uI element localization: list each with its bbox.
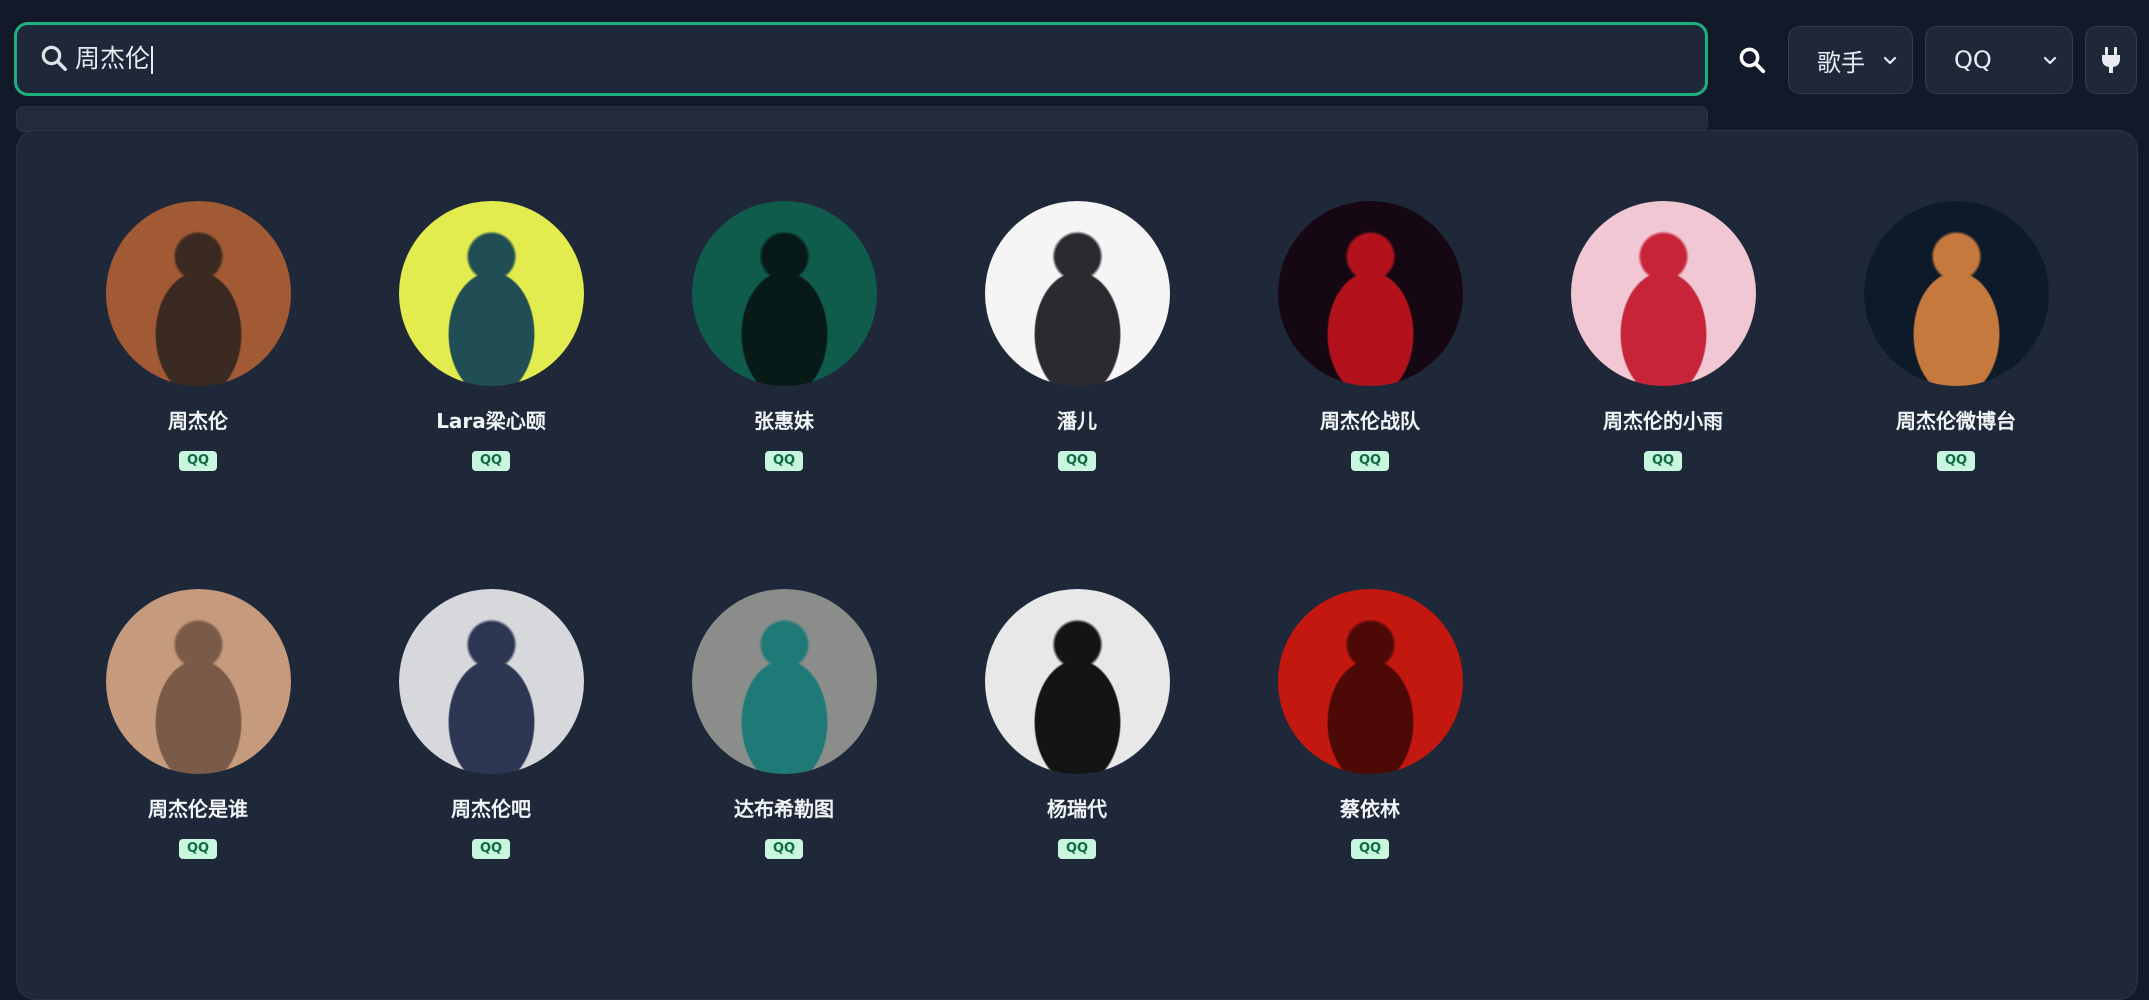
artist-avatar — [399, 201, 584, 386]
artist-avatar — [692, 589, 877, 774]
artist-avatar — [106, 589, 291, 774]
source-select[interactable]: QQ — [1925, 26, 2073, 94]
artist-name: 周杰伦 — [168, 409, 228, 433]
artist-card[interactable]: 杨瑞代 QQ — [954, 589, 1194, 879]
search-box[interactable]: 周杰伦 — [14, 22, 1708, 96]
artist-name: 周杰伦的小雨 — [1603, 409, 1723, 433]
chevron-down-icon — [2043, 56, 2057, 65]
source-badge: QQ — [472, 839, 510, 859]
source-badge: QQ — [1644, 451, 1682, 471]
artist-name: Lara梁心颐 — [436, 409, 546, 433]
type-select-value: 歌手 — [1817, 48, 1865, 77]
artist-avatar — [1278, 589, 1463, 774]
artist-card[interactable]: 周杰伦的小雨 QQ — [1540, 201, 1780, 491]
artist-avatar — [1864, 201, 2049, 386]
artist-card[interactable]: 张惠妹 QQ — [661, 201, 901, 491]
source-badge: QQ — [1351, 451, 1389, 471]
artist-card[interactable]: 蔡依林 QQ — [1247, 589, 1487, 879]
source-badge: QQ — [1937, 451, 1975, 471]
artist-name: 周杰伦战队 — [1320, 409, 1420, 433]
search-input[interactable]: 周杰伦 — [75, 25, 153, 93]
type-select[interactable]: 歌手 — [1788, 26, 1913, 94]
source-badge: QQ — [179, 451, 217, 471]
search-suggestion-bar — [16, 106, 1708, 132]
artist-card[interactable]: 达布希勒图 QQ — [661, 589, 901, 879]
artist-avatar — [1571, 201, 1756, 386]
artist-name: 杨瑞代 — [1047, 797, 1107, 821]
artist-card[interactable]: 周杰伦吧 QQ — [368, 589, 608, 879]
source-badge: QQ — [472, 451, 510, 471]
artist-avatar — [692, 201, 877, 386]
artist-avatar — [399, 589, 584, 774]
chevron-down-icon — [1883, 56, 1897, 65]
artist-card[interactable]: 周杰伦微博台 QQ — [1833, 201, 2073, 491]
source-badge: QQ — [765, 451, 803, 471]
source-select-value: QQ — [1954, 46, 1992, 74]
artist-name: 达布希勒图 — [734, 797, 834, 821]
artist-name: 张惠妹 — [754, 409, 814, 433]
artist-card[interactable]: 周杰伦战队 QQ — [1247, 201, 1487, 491]
artist-avatar — [985, 201, 1170, 386]
search-button[interactable] — [1730, 38, 1774, 82]
artist-name: 蔡依林 — [1340, 797, 1400, 821]
artist-card[interactable]: Lara梁心颐 QQ — [368, 201, 608, 491]
search-icon — [1739, 47, 1766, 74]
artist-card[interactable]: 周杰伦 QQ — [75, 201, 315, 491]
plugin-button[interactable] — [2085, 26, 2137, 94]
artist-name: 潘儿 — [1057, 409, 1097, 433]
artist-avatar — [985, 589, 1170, 774]
source-badge: QQ — [765, 839, 803, 859]
artist-name: 周杰伦是谁 — [148, 797, 248, 821]
source-badge: QQ — [1351, 839, 1389, 859]
search-icon — [41, 45, 67, 71]
artist-card[interactable]: 潘儿 QQ — [954, 201, 1194, 491]
source-badge: QQ — [179, 839, 217, 859]
source-badge: QQ — [1058, 839, 1096, 859]
artist-name: 周杰伦微博台 — [1896, 409, 2016, 433]
source-badge: QQ — [1058, 451, 1096, 471]
plug-icon — [2102, 47, 2120, 73]
artist-card[interactable]: 周杰伦是谁 QQ — [75, 589, 315, 879]
artist-name: 周杰伦吧 — [451, 797, 531, 821]
artist-avatar — [106, 201, 291, 386]
artist-avatar — [1278, 201, 1463, 386]
